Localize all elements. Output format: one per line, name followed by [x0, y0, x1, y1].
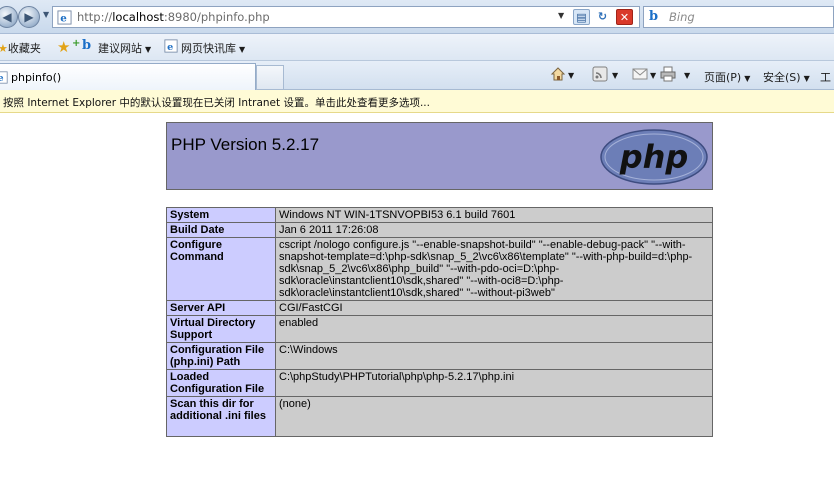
- chevron-down-icon: ▼: [744, 74, 751, 83]
- tab-command-bar: e phpinfo() ▼ ▼ ▼ ▼ 页面(P)▼ 安全(S)▼ 工: [0, 61, 834, 90]
- row-key: Configuration File (php.ini) Path: [166, 342, 276, 370]
- tab-title: phpinfo(): [11, 71, 62, 84]
- address-field[interactable]: e http://localhost:8980/phpinfo.php ▼ ▤ …: [52, 6, 640, 28]
- page-menu-label: 页面(P): [704, 71, 742, 84]
- table-row: Configure Command cscript /nologo configu…: [166, 237, 713, 301]
- add-favorite-plus-icon: +: [72, 38, 81, 49]
- address-dropdown-icon[interactable]: ▼: [558, 11, 564, 20]
- row-value: (none): [275, 396, 713, 437]
- svg-text:e: e: [0, 74, 4, 84]
- chevron-down-icon: ▼: [803, 74, 810, 83]
- row-key: System: [166, 207, 276, 223]
- row-key: Virtual Directory Support: [166, 315, 276, 343]
- bing-icon: b: [649, 9, 659, 24]
- print-dropdown-icon[interactable]: ▼: [684, 71, 690, 80]
- information-bar[interactable]: 按照 Internet Explorer 中的默认设置现在已关闭 Intrane…: [0, 90, 834, 113]
- table-row: Server API CGI/FastCGI: [166, 300, 713, 316]
- php-logo: php: [600, 129, 708, 185]
- table-row: Loaded Configuration File C:\phpStudy\PHP…: [166, 369, 713, 397]
- mail-dropdown-icon[interactable]: ▼: [650, 71, 656, 80]
- php-logo-text: php: [619, 138, 689, 176]
- row-key: Scan this dir for additional .ini files: [166, 396, 276, 437]
- stop-button[interactable]: ✕: [616, 9, 633, 25]
- bing-favorite-icon: b: [82, 38, 92, 53]
- ie-page-icon: e: [0, 71, 8, 84]
- print-icon[interactable]: [660, 66, 676, 82]
- back-button[interactable]: ◀: [0, 6, 18, 28]
- feeds-dropdown-icon[interactable]: ▼: [612, 71, 618, 80]
- page-menu[interactable]: 页面(P) ▼: [704, 69, 750, 85]
- tools-menu-label: 工: [820, 71, 831, 84]
- recent-pages-dropdown[interactable]: ▼: [43, 10, 49, 19]
- ie-page-icon: e: [164, 39, 178, 53]
- forward-arrow-icon: ▶: [24, 10, 34, 24]
- row-value: C:\phpStudy\PHPTutorial\php\php-5.2.17\p…: [275, 369, 713, 397]
- url-host: localhost: [112, 10, 164, 24]
- address-bar-row: ◀ ▶ ▼ e http://localhost:8980/phpinfo.ph…: [0, 0, 834, 34]
- table-row: System Windows NT WIN-1TSNVOPBI53 6.1 bui…: [166, 207, 713, 223]
- row-key: Server API: [166, 300, 276, 316]
- add-favorite-star-icon[interactable]: ★: [57, 38, 70, 56]
- back-arrow-icon: ◀: [2, 10, 12, 24]
- page-content: PHP Version 5.2.17 php System Windows NT …: [0, 113, 834, 495]
- chevron-down-icon: ▼: [239, 45, 246, 54]
- svg-text:e: e: [60, 13, 67, 25]
- row-value: cscript /nologo configure.js "--enable-s…: [275, 237, 713, 301]
- feeds-icon[interactable]: [592, 66, 608, 82]
- url-rest: :8980/phpinfo.php: [163, 10, 270, 24]
- phpinfo-table: System Windows NT WIN-1TSNVOPBI53 6.1 bui…: [166, 207, 713, 437]
- compatibility-view-button[interactable]: ▤: [573, 9, 590, 25]
- php-version-title: PHP Version 5.2.17: [171, 135, 320, 154]
- row-value: CGI/FastCGI: [275, 300, 713, 316]
- ie-page-icon: e: [57, 10, 72, 25]
- favorites-bar: ★收藏夹 ★ + b 建议网站 ▼ e 网页快讯库 ▼: [0, 34, 834, 61]
- suggested-sites-label: 建议网站: [98, 42, 142, 55]
- chevron-down-icon: ▼: [145, 45, 152, 54]
- new-tab-button[interactable]: [256, 65, 284, 89]
- row-value: enabled: [275, 315, 713, 343]
- search-field[interactable]: b Bing: [643, 6, 834, 28]
- safety-menu[interactable]: 安全(S) ▼: [763, 69, 810, 85]
- favorites-star-icon: ★: [0, 42, 8, 55]
- table-row: Configuration File (php.ini) Path C:\Wind…: [166, 342, 713, 370]
- forward-button[interactable]: ▶: [18, 6, 40, 28]
- tools-menu[interactable]: 工: [820, 69, 831, 85]
- url-text[interactable]: http://localhost:8980/phpinfo.php: [77, 10, 270, 24]
- row-value: Windows NT WIN-1TSNVOPBI53 6.1 build 760…: [275, 207, 713, 223]
- favorites-button[interactable]: ★收藏夹: [0, 40, 41, 56]
- home-icon[interactable]: [550, 66, 566, 82]
- row-key: Configure Command: [166, 237, 276, 301]
- suggested-sites-button[interactable]: 建议网站 ▼: [98, 40, 151, 56]
- information-bar-message: 按照 Internet Explorer 中的默认设置现在已关闭 Intrane…: [3, 97, 430, 109]
- php-version-header: PHP Version 5.2.17 php: [166, 122, 713, 190]
- search-placeholder: Bing: [669, 10, 695, 24]
- mail-icon[interactable]: [632, 66, 648, 82]
- table-row: Build Date Jan 6 2011 17:26:08: [166, 222, 713, 238]
- svg-text:e: e: [167, 42, 173, 53]
- home-dropdown-icon[interactable]: ▼: [568, 71, 574, 80]
- row-key: Loaded Configuration File: [166, 369, 276, 397]
- favorites-label: 收藏夹: [7, 42, 41, 55]
- web-slice-gallery-button[interactable]: 网页快讯库 ▼: [181, 40, 245, 56]
- url-prefix: http://: [77, 10, 113, 24]
- row-key: Build Date: [166, 222, 276, 238]
- refresh-button[interactable]: ↻: [594, 9, 611, 25]
- web-slice-label: 网页快讯库: [181, 42, 236, 55]
- tab-phpinfo[interactable]: e phpinfo(): [0, 63, 256, 90]
- phpinfo-table-body: System Windows NT WIN-1TSNVOPBI53 6.1 bui…: [166, 207, 713, 437]
- table-row: Virtual Directory Support enabled: [166, 315, 713, 343]
- row-value: C:\Windows: [275, 342, 713, 370]
- row-value: Jan 6 2011 17:26:08: [275, 222, 713, 238]
- safety-menu-label: 安全(S): [763, 71, 801, 84]
- table-row: Scan this dir for additional .ini files(…: [166, 396, 713, 437]
